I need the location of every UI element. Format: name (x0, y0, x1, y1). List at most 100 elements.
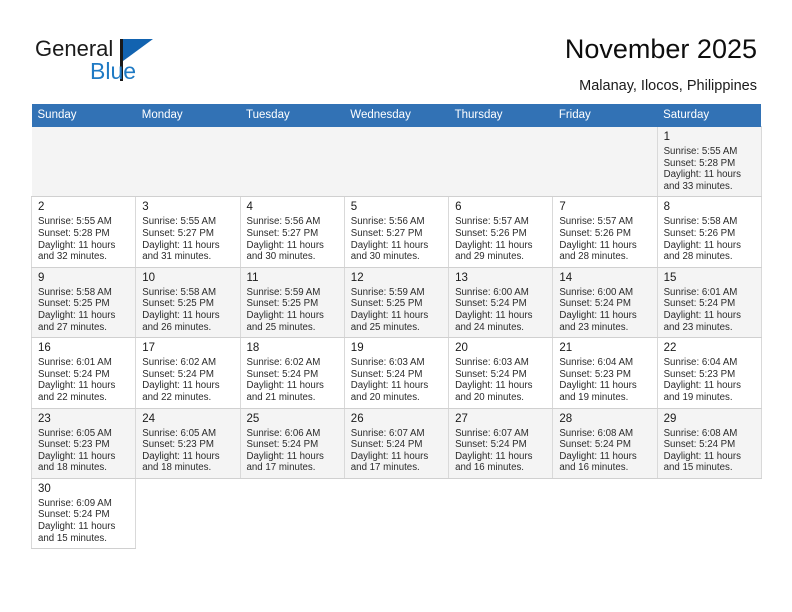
calendar-day-cell[interactable]: 13 Sunrise: 6:00 AM Sunset: 5:24 PM Dayligh… (448, 266, 554, 339)
calendar-day-cell[interactable]: 22 Sunrise: 6:04 AM Sunset: 5:23 PM Dayligh… (656, 337, 762, 409)
daylight-duration-line2: and 33 minutes. (663, 180, 733, 192)
day-number: 12 (350, 271, 364, 284)
sunrise-time: Sunrise: 5:55 AM (663, 146, 738, 157)
calendar-day-cell[interactable]: 9 Sunrise: 5:58 AM Sunset: 5:25 PM Daylight… (30, 266, 137, 339)
day-sun-info: Sunrise: 6:06 AM Sunset: 5:24 PM Daylight:… (247, 428, 339, 474)
day-number: 1 (663, 131, 670, 143)
sunrise-time: Sunrise: 6:08 AM (663, 427, 738, 439)
calendar-day-cell[interactable]: 1 Sunrise: 5:55 AM Sunset: 5:28 PM Daylight… (656, 125, 762, 198)
day-number: 9 (38, 271, 45, 284)
daylight-duration-line2: and 15 minutes. (663, 462, 733, 474)
calendar-day-cell[interactable]: 12 Sunrise: 5:59 AM Sunset: 5:25 PM Dayligh… (343, 266, 450, 339)
sunrise-time: Sunrise: 5:56 AM (246, 216, 321, 228)
daylight-duration-line1: Daylight: 11 hours (350, 450, 429, 462)
daylight-duration-line2: and 20 minutes. (350, 391, 420, 403)
calendar-cell-blank (344, 478, 449, 549)
day-cell-content: 2 Sunrise: 5:55 AM Sunset: 5:28 PM Daylight… (32, 197, 135, 266)
day-number: 28 (559, 412, 573, 425)
sunset-time: Sunset: 5:25 PM (246, 298, 319, 310)
daylight-duration-line2: and 27 minutes. (38, 321, 107, 333)
daylight-duration-line2: and 26 minutes. (142, 321, 212, 333)
day-cell-content: 11 Sunrise: 5:59 AM Sunset: 5:25 PM Dayligh… (241, 268, 344, 337)
page-subtitle: Malanay, Ilocos, Philippines (579, 78, 757, 94)
calendar-day-cell[interactable]: 20 Sunrise: 6:03 AM Sunset: 5:24 PM Dayligh… (448, 337, 554, 409)
daylight-duration-line1: Daylight: 11 hours (142, 450, 220, 462)
daylight-duration-line2: and 16 minutes. (559, 462, 629, 474)
sunset-time: Sunset: 5:24 PM (455, 439, 527, 451)
sunrise-time: Sunrise: 6:03 AM (455, 357, 529, 369)
calendar-day-cell[interactable]: 5 Sunrise: 5:56 AM Sunset: 5:27 PM Daylight… (343, 196, 450, 268)
calendar-day-cell[interactable]: 30 Sunrise: 6:09 AM Sunset: 5:24 PM Dayligh… (30, 477, 137, 550)
daylight-duration-line1: Daylight: 11 hours (38, 450, 116, 462)
sunrise-time: Sunrise: 5:55 AM (38, 216, 112, 228)
daylight-duration-line1: Daylight: 11 hours (246, 380, 324, 392)
calendar-cell-blank (240, 478, 345, 549)
calendar-cell-blank (448, 478, 553, 549)
calendar-day-cell[interactable]: 21 Sunrise: 6:04 AM Sunset: 5:23 PM Dayligh… (552, 337, 658, 409)
calendar-day-cell[interactable]: 8 Sunrise: 5:58 AM Sunset: 5:26 PM Daylight… (656, 196, 762, 268)
day-cell-content: 27 Sunrise: 6:07 AM Sunset: 5:24 PM Dayligh… (449, 409, 552, 478)
calendar-day-cell[interactable]: 2 Sunrise: 5:55 AM Sunset: 5:28 PM Daylight… (30, 196, 137, 268)
calendar-day-cell[interactable]: 26 Sunrise: 6:07 AM Sunset: 5:24 PM Dayligh… (343, 407, 450, 479)
sunset-time: Sunset: 5:24 PM (559, 439, 631, 451)
day-sun-info: Sunrise: 6:01 AM Sunset: 5:24 PM Daylight:… (664, 287, 756, 333)
day-number: 27 (455, 412, 468, 425)
day-number: 24 (142, 412, 156, 425)
day-sun-info: Sunrise: 5:56 AM Sunset: 5:27 PM Daylight:… (351, 216, 443, 262)
sunset-time: Sunset: 5:24 PM (350, 439, 423, 451)
day-sun-info: Sunrise: 6:07 AM Sunset: 5:24 PM Daylight:… (351, 428, 443, 474)
calendar-day-cell[interactable]: 17 Sunrise: 6:02 AM Sunset: 5:24 PM Dayligh… (135, 337, 241, 409)
day-number: 8 (663, 201, 670, 214)
calendar-day-cell[interactable]: 11 Sunrise: 5:59 AM Sunset: 5:25 PM Dayligh… (239, 266, 345, 339)
day-sun-info: Sunrise: 5:55 AM Sunset: 5:28 PM Daylight:… (38, 216, 130, 262)
calendar-day-cell[interactable]: 15 Sunrise: 6:01 AM Sunset: 5:24 PM Dayligh… (656, 266, 762, 339)
weekday-header-sunday: Sunday (31, 104, 136, 127)
sunset-time: Sunset: 5:26 PM (663, 227, 736, 239)
calendar-day-cell[interactable]: 23 Sunrise: 6:05 AM Sunset: 5:23 PM Dayligh… (30, 407, 137, 479)
daylight-duration-line1: Daylight: 11 hours (663, 239, 741, 251)
daylight-duration-line1: Daylight: 11 hours (559, 380, 637, 392)
daylight-duration-line1: Daylight: 11 hours (38, 380, 116, 392)
daylight-duration-line2: and 18 minutes. (38, 462, 107, 474)
calendar-day-cell[interactable]: 24 Sunrise: 6:05 AM Sunset: 5:23 PM Dayligh… (135, 407, 241, 479)
calendar-day-cell[interactable]: 19 Sunrise: 6:03 AM Sunset: 5:24 PM Dayligh… (343, 337, 450, 409)
calendar-day-cell[interactable]: 25 Sunrise: 6:06 AM Sunset: 5:24 PM Dayligh… (239, 407, 345, 479)
daylight-duration-line2: and 28 minutes. (559, 251, 629, 263)
calendar-week-row: 23 Sunrise: 6:05 AM Sunset: 5:23 PM Dayligh… (30, 407, 762, 479)
weekday-header-thursday: Thursday (448, 104, 553, 127)
day-number: 16 (38, 342, 51, 355)
day-sun-info: Sunrise: 6:00 AM Sunset: 5:24 PM Daylight:… (455, 287, 547, 333)
day-cell-content: 19 Sunrise: 6:03 AM Sunset: 5:24 PM Dayligh… (345, 338, 448, 407)
day-cell-content: 24 Sunrise: 6:05 AM Sunset: 5:23 PM Dayligh… (136, 409, 239, 478)
sunrise-time: Sunrise: 6:05 AM (142, 427, 217, 439)
calendar-day-cell[interactable]: 6 Sunrise: 5:57 AM Sunset: 5:26 PM Daylight… (448, 196, 554, 268)
sunset-time: Sunset: 5:24 PM (559, 298, 631, 310)
daylight-duration-line1: Daylight: 11 hours (455, 309, 533, 321)
calendar-day-cell[interactable]: 27 Sunrise: 6:07 AM Sunset: 5:24 PM Dayligh… (448, 407, 554, 479)
day-number: 20 (455, 342, 468, 355)
daylight-duration-line1: Daylight: 11 hours (142, 309, 220, 321)
day-sun-info: Sunrise: 5:56 AM Sunset: 5:27 PM Daylight:… (247, 216, 339, 262)
calendar-day-cell[interactable]: 4 Sunrise: 5:56 AM Sunset: 5:27 PM Daylight… (239, 196, 345, 268)
calendar-day-cell[interactable]: 16 Sunrise: 6:01 AM Sunset: 5:24 PM Dayligh… (30, 337, 137, 409)
day-number: 18 (246, 342, 260, 355)
daylight-duration-line2: and 28 minutes. (663, 251, 733, 263)
calendar-day-cell[interactable]: 18 Sunrise: 6:02 AM Sunset: 5:24 PM Dayligh… (239, 337, 345, 409)
sunrise-time: Sunrise: 5:59 AM (246, 286, 321, 298)
calendar-day-cell[interactable]: 14 Sunrise: 6:00 AM Sunset: 5:24 PM Dayligh… (552, 266, 658, 339)
calendar-day-cell[interactable]: 29 Sunrise: 6:08 AM Sunset: 5:24 PM Dayligh… (656, 407, 762, 479)
day-cell-content: 3 Sunrise: 5:55 AM Sunset: 5:27 PM Daylight… (136, 197, 239, 266)
calendar-day-cell[interactable]: 10 Sunrise: 5:58 AM Sunset: 5:25 PM Dayligh… (135, 266, 241, 339)
sunrise-time: Sunrise: 6:01 AM (38, 357, 112, 369)
day-number: 21 (559, 342, 573, 355)
day-number: 5 (350, 201, 358, 214)
sunrise-time: Sunrise: 5:58 AM (663, 216, 738, 228)
sunrise-time: Sunrise: 5:57 AM (559, 216, 634, 228)
sunset-time: Sunset: 5:23 PM (38, 439, 110, 451)
calendar-day-cell[interactable]: 7 Sunrise: 5:57 AM Sunset: 5:26 PM Daylight… (552, 196, 658, 268)
day-cell-content: 12 Sunrise: 5:59 AM Sunset: 5:25 PM Dayligh… (345, 268, 448, 337)
sunset-time: Sunset: 5:25 PM (38, 298, 110, 310)
day-sun-info: Sunrise: 6:03 AM Sunset: 5:24 PM Daylight:… (351, 357, 443, 403)
calendar-day-cell[interactable]: 28 Sunrise: 6:08 AM Sunset: 5:24 PM Dayligh… (552, 407, 658, 479)
calendar-day-cell[interactable]: 3 Sunrise: 5:55 AM Sunset: 5:27 PM Daylight… (135, 196, 241, 268)
